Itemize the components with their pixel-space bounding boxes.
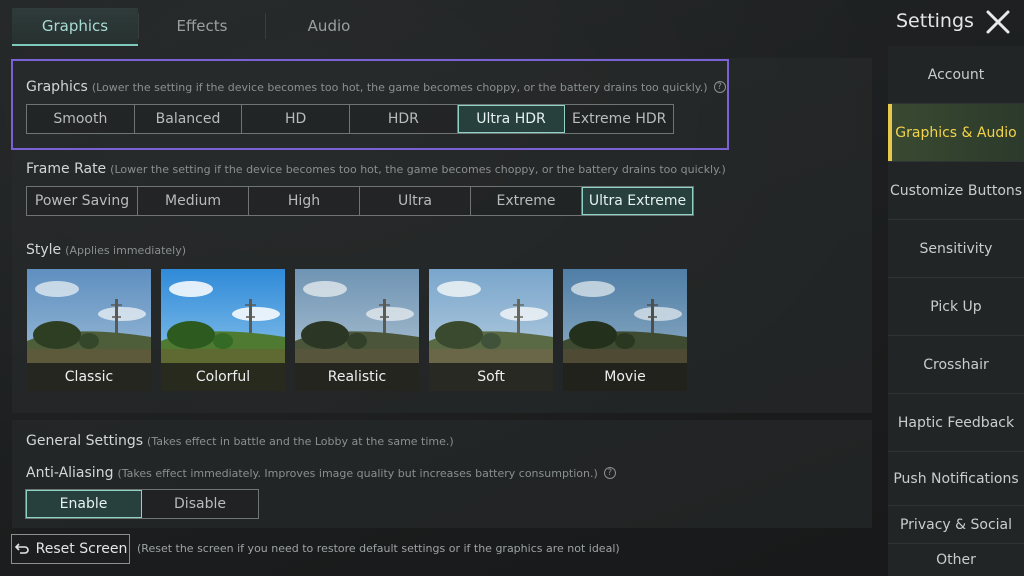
sidebar-item-graphics-audio[interactable]: Graphics & Audio: [888, 104, 1024, 162]
style-option-soft[interactable]: Soft: [429, 269, 553, 391]
frame-rate-option-high[interactable]: High: [249, 187, 360, 215]
frame-rate-selector: Power Saving Medium High Ultra Extreme U…: [26, 186, 694, 216]
frame-rate-label: Frame Rate: [26, 161, 107, 177]
graphics-note: (Lower the setting if the device becomes…: [91, 81, 708, 94]
style-label-soft: Soft: [429, 363, 553, 391]
general-note: (Takes effect in battle and the Lobby at…: [147, 435, 454, 448]
reset-note: (Reset the screen if you need to restore…: [137, 542, 620, 555]
sidebar-item-privacy-social[interactable]: Privacy & Social: [888, 506, 1024, 544]
sidebar-item-crosshair[interactable]: Crosshair: [888, 336, 1024, 394]
style-option-classic[interactable]: Classic: [27, 269, 151, 391]
style-option-movie[interactable]: Movie: [563, 269, 687, 391]
sidebar-item-customize-buttons[interactable]: Customize Buttons: [888, 162, 1024, 220]
tab-effects[interactable]: Effects: [139, 8, 265, 44]
graphics-section-label: Graphics (Lower the setting if the device…: [26, 79, 726, 95]
style-option-colorful[interactable]: Colorful: [161, 269, 285, 391]
anti-aliasing-note: (Takes effect immediately. Improves imag…: [117, 467, 598, 480]
page-title: Settings: [896, 10, 974, 32]
anti-aliasing-disable[interactable]: Disable: [142, 490, 258, 518]
graphics-option-balanced[interactable]: Balanced: [134, 105, 243, 133]
general-section-label: General Settings (Takes effect in battle …: [26, 433, 454, 449]
style-option-realistic[interactable]: Realistic: [295, 269, 419, 391]
style-label: Style: [26, 242, 62, 258]
graphics-label: Graphics: [26, 79, 88, 95]
top-tab-bar: Graphics Effects Audio: [12, 8, 392, 46]
anti-aliasing-section-label: Anti-Aliasing (Takes effect immediately. …: [26, 465, 616, 481]
graphics-option-hd[interactable]: HD: [242, 105, 351, 133]
help-icon[interactable]: ?: [713, 81, 726, 93]
anti-aliasing-label: Anti-Aliasing: [26, 465, 114, 481]
frame-rate-option-ultra[interactable]: Ultra: [360, 187, 471, 215]
undo-icon: [14, 543, 29, 554]
anti-aliasing-selector: Enable Disable: [25, 489, 259, 519]
tab-audio[interactable]: Audio: [266, 8, 392, 44]
graphics-option-ultra-hdr[interactable]: Ultra HDR: [457, 105, 566, 133]
style-label-colorful: Colorful: [161, 363, 285, 391]
frame-rate-option-power-saving[interactable]: Power Saving: [27, 187, 138, 215]
sidebar-item-other[interactable]: Other: [888, 544, 1024, 576]
sidebar-item-sensitivity[interactable]: Sensitivity: [888, 220, 1024, 278]
frame-rate-option-extreme[interactable]: Extreme: [471, 187, 582, 215]
graphics-quality-selector: Smooth Balanced HD HDR Ultra HDR Extreme…: [26, 104, 674, 134]
reset-screen-button[interactable]: Reset Screen: [11, 534, 130, 564]
frame-rate-option-medium[interactable]: Medium: [138, 187, 249, 215]
general-label: General Settings: [26, 433, 144, 449]
sidebar-item-push-notifications[interactable]: Push Notifications: [888, 452, 1024, 506]
style-thumbnail-row: Classic Colorful Realistic Soft Movie: [27, 269, 687, 391]
anti-aliasing-enable[interactable]: Enable: [26, 490, 142, 518]
style-label-movie: Movie: [563, 363, 687, 391]
settings-sidebar: Account Graphics & Audio Customize Butto…: [888, 46, 1024, 576]
frame-rate-option-ultra-extreme[interactable]: Ultra Extreme: [582, 187, 693, 215]
close-icon[interactable]: [984, 8, 1012, 36]
frame-rate-section-label: Frame Rate (Lower the setting if the devi…: [26, 161, 726, 177]
sidebar-item-account[interactable]: Account: [888, 46, 1024, 104]
help-icon[interactable]: ?: [603, 467, 616, 479]
reset-screen-label: Reset Screen: [35, 541, 128, 557]
tab-graphics[interactable]: Graphics: [12, 8, 138, 46]
sidebar-item-haptic-feedback[interactable]: Haptic Feedback: [888, 394, 1024, 452]
style-section-label: Style (Applies immediately): [26, 242, 186, 258]
style-note: (Applies immediately): [65, 244, 187, 257]
graphics-option-hdr[interactable]: HDR: [350, 105, 458, 133]
style-label-classic: Classic: [27, 363, 151, 391]
graphics-option-extreme-hdr[interactable]: Extreme HDR: [565, 105, 674, 133]
graphics-option-smooth[interactable]: Smooth: [27, 105, 135, 133]
frame-rate-note: (Lower the setting if the device becomes…: [110, 163, 726, 176]
sidebar-item-pick-up[interactable]: Pick Up: [888, 278, 1024, 336]
style-label-realistic: Realistic: [295, 363, 419, 391]
